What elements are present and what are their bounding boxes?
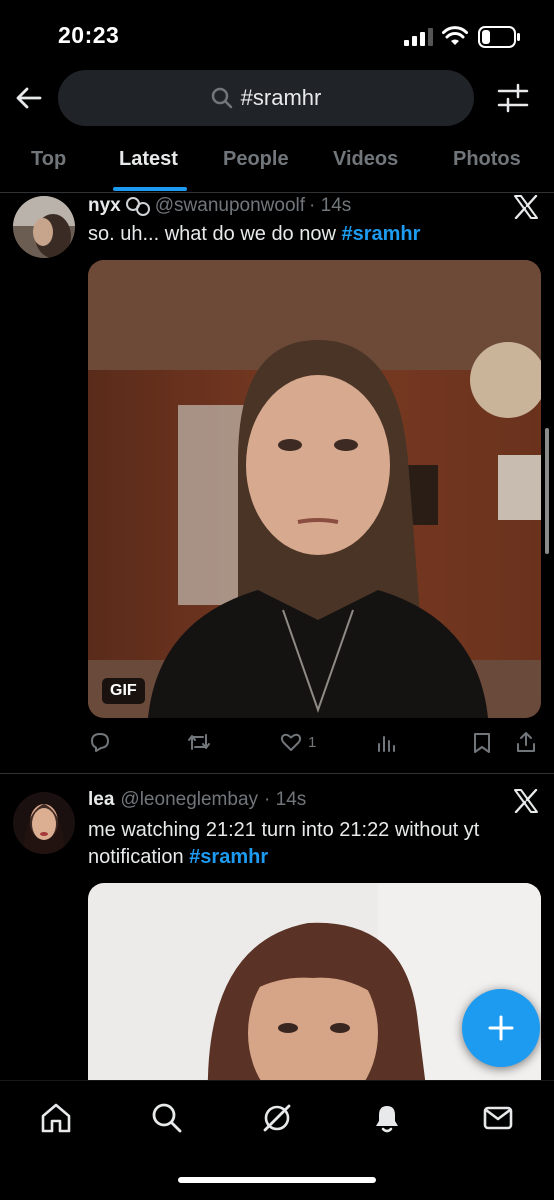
search-tabs: Top Latest People Videos Photos bbox=[0, 138, 554, 193]
tab-latest[interactable]: Latest bbox=[119, 148, 178, 171]
scrollbar[interactable] bbox=[545, 428, 549, 554]
reply-button[interactable] bbox=[88, 730, 112, 754]
messages-envelope-icon[interactable] bbox=[481, 1101, 515, 1135]
home-icon[interactable] bbox=[39, 1101, 73, 1135]
x-logo-icon[interactable] bbox=[513, 789, 539, 813]
tab-photos[interactable]: Photos bbox=[453, 148, 521, 171]
active-tab-indicator bbox=[113, 187, 187, 191]
gif-badge: GIF bbox=[102, 678, 145, 704]
retweet-button[interactable] bbox=[186, 730, 212, 754]
hashtag-link[interactable]: #sramhr bbox=[189, 846, 268, 868]
plus-icon bbox=[488, 1015, 514, 1041]
wifi-icon bbox=[442, 26, 468, 45]
views-button[interactable] bbox=[376, 733, 398, 753]
notifications-bell-icon[interactable] bbox=[370, 1101, 404, 1135]
tweet-gif-media[interactable] bbox=[88, 883, 541, 1103]
rings-emoji-icon bbox=[125, 197, 150, 216]
tweet-text-line: notification bbox=[88, 846, 190, 868]
like-button[interactable]: 1 bbox=[279, 730, 316, 754]
author-name[interactable]: nyx bbox=[88, 195, 121, 217]
battery-icon bbox=[478, 26, 520, 48]
tab-people[interactable]: People bbox=[223, 148, 289, 171]
compose-post-button[interactable] bbox=[462, 989, 540, 1067]
search-query: #sramhr bbox=[240, 85, 322, 110]
heart-icon bbox=[280, 733, 302, 751]
share-icon bbox=[517, 732, 535, 752]
author-handle[interactable]: @leoneglembay bbox=[120, 789, 258, 811]
author-handle[interactable]: @swanuponwoolf bbox=[155, 195, 305, 217]
tweet[interactable]: nyx @swanuponwoolf · 14s so. uh... what … bbox=[0, 193, 554, 773]
tab-videos[interactable]: Videos bbox=[333, 148, 398, 171]
tab-top[interactable]: Top bbox=[31, 148, 66, 171]
home-indicator[interactable] bbox=[178, 1177, 376, 1183]
filter-sliders-icon[interactable] bbox=[496, 82, 530, 114]
grok-icon[interactable] bbox=[260, 1101, 294, 1135]
retweet-icon bbox=[188, 734, 210, 750]
back-arrow-icon[interactable] bbox=[14, 83, 44, 113]
tweet-text: so. uh... what do we do now bbox=[88, 223, 342, 245]
tweet-text-line: me watching 21:21 turn into 21:22 withou… bbox=[88, 819, 480, 841]
author-name[interactable]: lea bbox=[88, 789, 114, 811]
status-time: 20:23 bbox=[58, 22, 120, 48]
signal-icon bbox=[404, 28, 433, 46]
tweet-timestamp: · 14s bbox=[264, 789, 307, 810]
search-icon[interactable] bbox=[150, 1101, 184, 1135]
x-logo-icon[interactable] bbox=[513, 195, 539, 219]
avatar[interactable] bbox=[13, 196, 75, 258]
bookmark-icon bbox=[474, 733, 490, 753]
tweet-gif-media[interactable]: GIF bbox=[88, 260, 541, 718]
bookmark-button[interactable] bbox=[472, 731, 492, 755]
share-button[interactable] bbox=[515, 730, 537, 754]
tweet-timestamp: · 14s bbox=[309, 195, 352, 216]
reply-icon bbox=[91, 733, 109, 752]
hashtag-link[interactable]: #sramhr bbox=[342, 223, 421, 245]
views-chart-icon bbox=[378, 736, 395, 752]
search-icon bbox=[211, 87, 232, 109]
avatar[interactable] bbox=[13, 792, 75, 854]
search-input[interactable]: #sramhr bbox=[58, 70, 474, 126]
like-count: 1 bbox=[308, 733, 317, 751]
